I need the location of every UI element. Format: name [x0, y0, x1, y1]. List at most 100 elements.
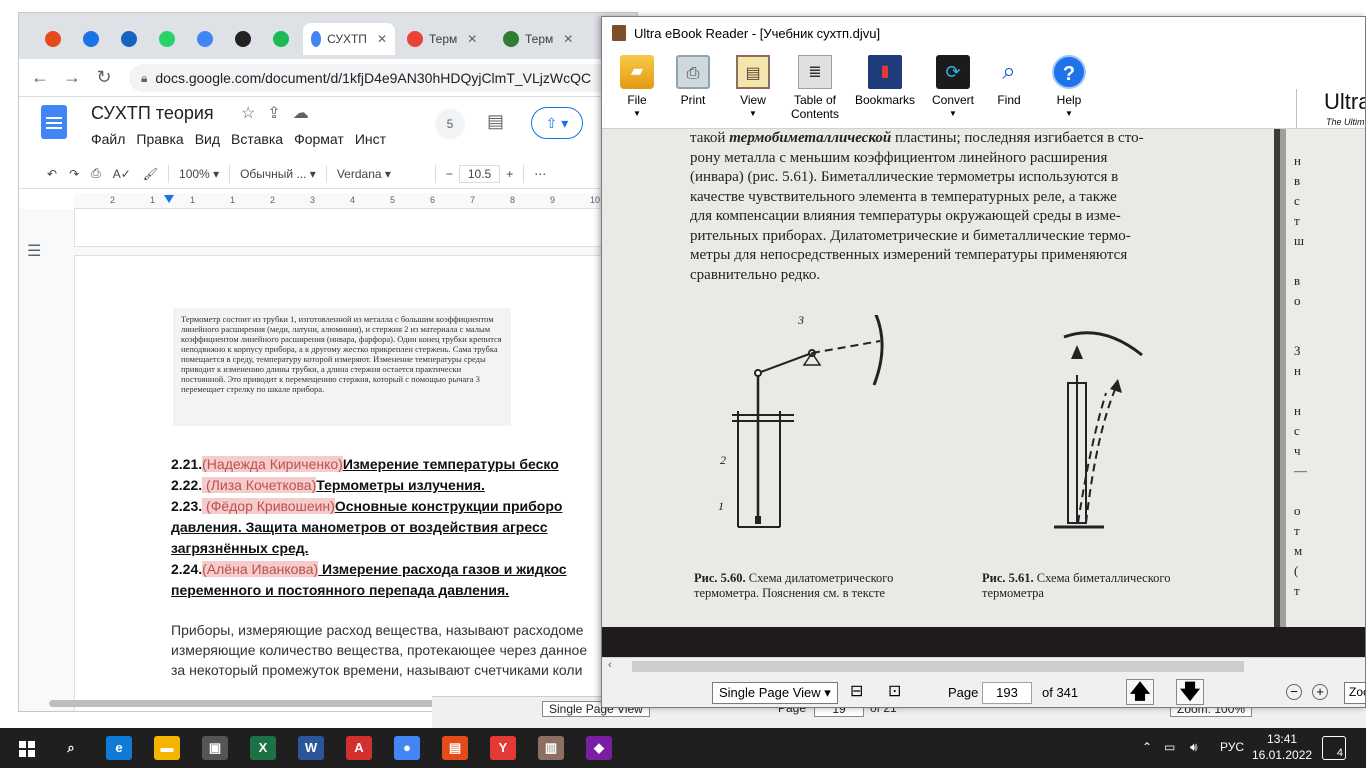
tab-label: СУХТП	[327, 32, 367, 46]
forward-icon[interactable]: →	[61, 67, 83, 88]
paint-icon[interactable]: ◆	[586, 736, 612, 760]
zoom-select[interactable]: 100% ▾	[173, 167, 225, 181]
font-size-input[interactable]: 10.5	[458, 164, 501, 183]
browser-tab[interactable]	[151, 23, 185, 55]
scroll-thumb[interactable]	[632, 661, 1244, 672]
next-page-button[interactable]: 🡇	[1176, 679, 1204, 705]
paint-format-icon[interactable]: 🖌︎	[137, 167, 164, 181]
browser-tab[interactable]	[189, 23, 223, 55]
topic-title[interactable]: Термометры излучения.	[316, 477, 485, 493]
network-icon[interactable]: ▭	[1164, 740, 1175, 754]
outline-icon[interactable]: ☰	[27, 241, 41, 261]
star-icon[interactable]: ☆	[241, 103, 255, 123]
word-icon[interactable]: W	[298, 736, 324, 760]
volume-icon[interactable]: 🔊︎	[1190, 740, 1198, 755]
cloud-icon[interactable]: ☁	[293, 103, 309, 123]
browser-tab[interactable]: СУХТП ✕	[303, 23, 395, 55]
zoom-in-button[interactable]: +	[1312, 684, 1328, 700]
font-size-increase-button[interactable]: +	[500, 167, 519, 181]
browser-tab[interactable]	[113, 23, 147, 55]
fit-width-icon[interactable]: ⊟	[850, 681, 863, 701]
spellcheck-icon[interactable]: A✓	[107, 167, 137, 181]
close-tab-icon[interactable]: ✕	[377, 32, 387, 46]
print-icon[interactable]: ⎙	[85, 166, 107, 181]
browser-tab[interactable]	[37, 23, 71, 55]
browser-tab[interactable]: Терм ✕	[495, 23, 587, 55]
more-icon[interactable]: ⋯	[528, 167, 552, 181]
start-button[interactable]	[14, 736, 40, 760]
store-icon[interactable]: ▣	[202, 736, 228, 760]
book-icon: ▤	[736, 55, 770, 89]
reader-horizontal-scrollbar[interactable]: ‹	[602, 657, 1365, 675]
previous-page-button[interactable]: 🡅	[1126, 679, 1154, 705]
comment-icon[interactable]: ▤	[487, 111, 504, 132]
ruler-number: 10	[590, 195, 601, 205]
ribbon-label: Print	[680, 93, 706, 107]
next-page-glyph: н	[1294, 403, 1301, 418]
menu-item[interactable]: Вид	[195, 131, 220, 147]
tray-chevron-icon[interactable]: ⌃	[1142, 740, 1152, 754]
topic-title[interactable]: давления. Защита манометров от воздейств…	[171, 519, 548, 535]
ruler[interactable]: 2111234567891011	[74, 193, 637, 209]
address-bar[interactable]: 🔒︎ docs.google.com/document/d/1kfjD4e9AN…	[129, 64, 637, 92]
back-icon[interactable]: ←	[29, 67, 51, 88]
topic-title[interactable]: загрязнённых сред.	[171, 540, 309, 556]
topic-line: 2.24.(Алёна Иванкова) Измерение расхода …	[171, 559, 567, 580]
ribbon-button[interactable]: ▤ View ▼	[718, 55, 788, 121]
explorer-icon[interactable]: ▬	[154, 736, 180, 760]
edge-icon[interactable]: e	[106, 736, 132, 760]
zoom-select[interactable]: Zoc	[1344, 682, 1365, 704]
scroll-left-icon[interactable]: ‹	[608, 659, 612, 671]
topic-title[interactable]: переменного и постоянного перепада давле…	[171, 582, 509, 598]
menu-item[interactable]: Файл	[91, 131, 125, 147]
ribbon-button[interactable]: ? Help ▼	[1034, 55, 1104, 121]
magnifier-icon: ⌕	[1002, 58, 1016, 85]
topic-title[interactable]: Измерение расхода газов и жидкос	[318, 561, 567, 577]
undo-icon[interactable]: ↶	[41, 167, 63, 181]
notifications-button[interactable]: 4	[1322, 736, 1346, 760]
present-button[interactable]: ⇧ ▾	[531, 107, 583, 139]
style-select[interactable]: Обычный ... ▾	[234, 167, 322, 181]
browser-tab[interactable]	[265, 23, 299, 55]
language-indicator[interactable]: РУС	[1220, 740, 1244, 754]
ribbon-button[interactable]: ▮ Bookmarks	[850, 55, 920, 107]
close-tab-icon[interactable]: ✕	[563, 32, 573, 46]
reload-icon[interactable]: ↻	[93, 67, 115, 88]
search-icon[interactable]: ⌕	[58, 736, 84, 760]
topic-title[interactable]: Измерение температуры беско	[343, 456, 559, 472]
document-title[interactable]: СУХТП теория	[91, 103, 214, 124]
page-viewport[interactable]: такой термобиметаллической пластины; пос…	[602, 129, 1365, 661]
chrome-icon[interactable]: ●	[394, 736, 420, 760]
font-select[interactable]: Verdana ▾	[331, 167, 431, 181]
presentation-icon[interactable]: ▤	[442, 736, 468, 760]
topic-title[interactable]: Основные конструкции приборо	[335, 498, 563, 514]
redo-icon[interactable]: ↷	[63, 167, 85, 181]
ribbon-button[interactable]: ≣ Table of Contents	[780, 55, 850, 121]
browser-tab[interactable]	[227, 23, 261, 55]
divider	[434, 164, 436, 183]
clock[interactable]: 13:41 16.01.2022	[1252, 731, 1312, 763]
indent-marker-icon[interactable]	[164, 195, 174, 203]
menu-item[interactable]: Вставка	[231, 131, 283, 147]
page-number-input[interactable]: 193	[982, 682, 1032, 704]
acrobat-icon[interactable]: A	[346, 736, 372, 760]
browser-tab[interactable]	[75, 23, 109, 55]
topic-number: 2.22.	[171, 477, 203, 493]
move-icon[interactable]: ⇪	[267, 103, 280, 123]
menu-item[interactable]: Правка	[136, 131, 183, 147]
fit-page-icon[interactable]: ⊡	[888, 681, 901, 701]
menu-item[interactable]: Инст	[355, 131, 386, 147]
yandex-icon[interactable]: Y	[490, 736, 516, 760]
close-tab-icon[interactable]: ✕	[467, 32, 477, 46]
docs-logo-icon[interactable]	[41, 105, 67, 139]
tab-strip: СУХТП ✕ Терм ✕ Терм ✕	[19, 13, 637, 59]
excel-icon[interactable]: X	[250, 736, 276, 760]
font-size-decrease-button[interactable]: −	[440, 167, 459, 181]
view-mode-select[interactable]: Single Page View ▾	[712, 682, 838, 704]
ebook-reader-icon[interactable]: ▥	[538, 736, 564, 760]
browser-tab[interactable]: Терм ✕	[399, 23, 491, 55]
toc-icon: ≣	[798, 55, 832, 89]
menu-item[interactable]: Формат	[294, 131, 344, 147]
collaborators-badge[interactable]: 5	[435, 109, 465, 139]
zoom-out-button[interactable]: −	[1286, 684, 1302, 700]
